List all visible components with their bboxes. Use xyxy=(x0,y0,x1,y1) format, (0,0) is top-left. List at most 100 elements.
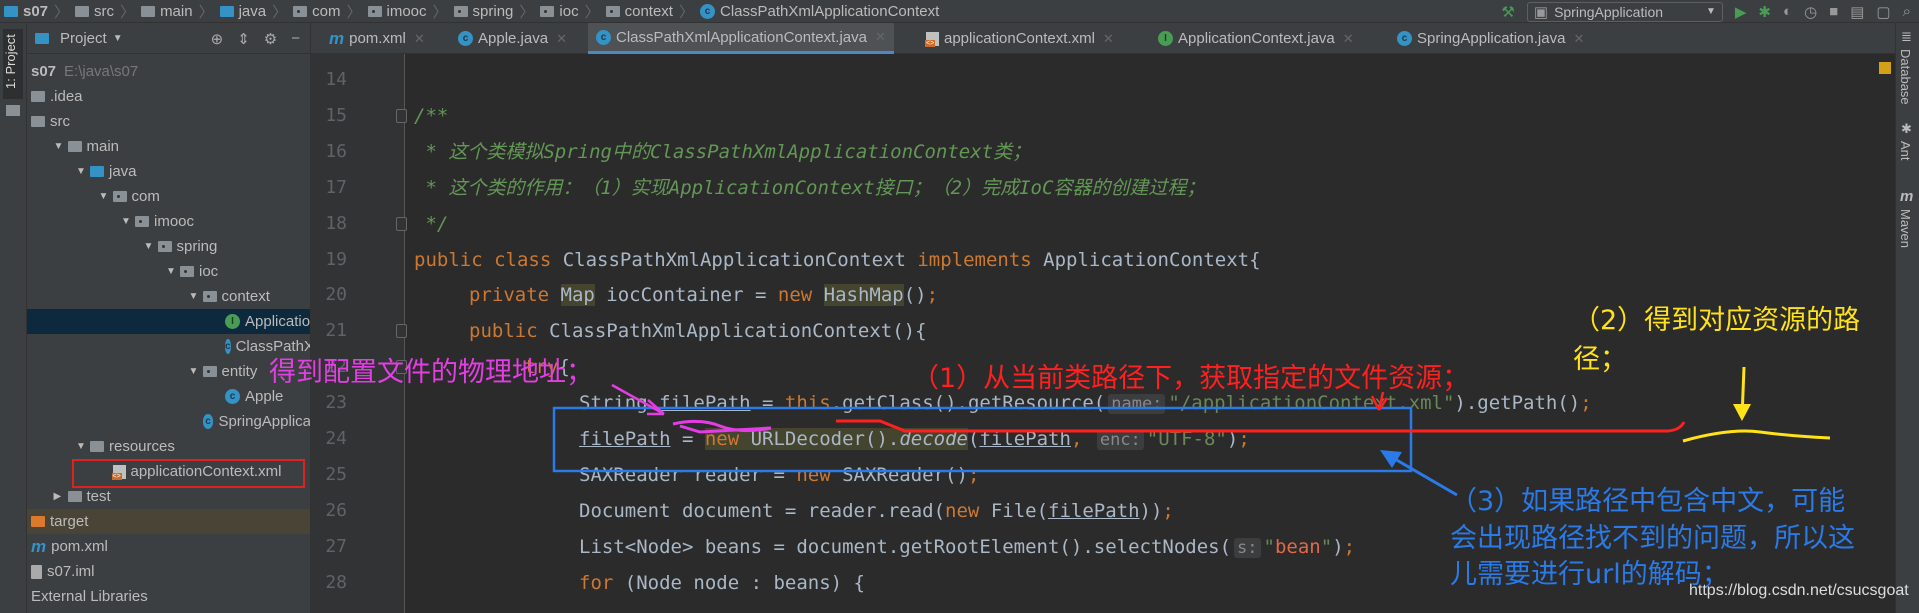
tree-item[interactable]: I Applicatio xyxy=(27,309,310,334)
annotation-physical-address: 得到配置文件的物理地址； xyxy=(269,357,593,388)
editor-tab[interactable]: c SpringApplication.java ✕ xyxy=(1389,23,1592,54)
code-line[interactable]: List<Node> beans = document.getRootEleme… xyxy=(414,532,1355,562)
comment: /** xyxy=(414,104,449,127)
gear-icon[interactable]: ⚙ xyxy=(264,30,277,48)
fold-marker-icon[interactable] xyxy=(396,324,407,339)
editor-tab[interactable]: m pom.xml ✕ xyxy=(321,23,433,54)
tree-item[interactable]: ▼ resources xyxy=(27,434,310,459)
locate-crosshair-icon[interactable]: ⊕ xyxy=(211,30,224,48)
tree-item[interactable]: s07.iml xyxy=(27,559,310,584)
maven-tool-button[interactable]: Maven xyxy=(1898,209,1913,248)
keyword: ; xyxy=(1238,428,1250,450)
fold-marker-icon[interactable] xyxy=(396,108,407,123)
tree-item[interactable]: s07 E:\java\s07 xyxy=(27,59,310,84)
expand-arrow-icon[interactable]: ▶ xyxy=(54,491,68,502)
code-token: ).getPath() xyxy=(1454,392,1581,415)
tree-item-label: SpringApplica xyxy=(218,413,311,430)
tree-item[interactable]: External Libraries xyxy=(27,584,310,609)
collapse-arrow-icon[interactable]: ▼ xyxy=(189,366,203,377)
annotation-url-decode-line3: 儿需要进行url的解码； xyxy=(1450,559,1729,590)
breadcrumb-item[interactable]: main 〉 xyxy=(141,1,220,22)
chevron-right-icon: 〉 xyxy=(272,3,288,21)
source-folder-icon xyxy=(219,5,234,17)
collapse-arrow-icon[interactable]: ▼ xyxy=(166,266,180,277)
code-line[interactable]: for (Node node : beans) { xyxy=(414,568,865,598)
tree-item[interactable]: ▼ main xyxy=(27,134,310,159)
code-line[interactable]: * 这个类的作用：（1）实现ApplicationContext接口；（2）完成… xyxy=(414,173,1205,203)
breadcrumb-item[interactable]: com 〉 xyxy=(293,1,367,22)
terminal-icon[interactable]: ▢ xyxy=(1876,3,1890,21)
collapse-all-icon[interactable]: ⇕ xyxy=(237,30,250,48)
code-line[interactable]: * 这个类模拟Spring中的ClassPathXmlApplicationCo… xyxy=(414,137,1031,167)
code-line[interactable]: filePath = new URLDecoder().decode(fileP… xyxy=(414,424,1250,454)
tree-item[interactable]: src xyxy=(27,109,310,134)
close-icon[interactable]: ✕ xyxy=(1343,31,1354,47)
breadcrumb-item[interactable]: src 〉 xyxy=(75,1,141,22)
debug-bug-icon[interactable]: ✱ xyxy=(1758,3,1771,21)
code-line[interactable]: private Map iocContainer = new HashMap()… xyxy=(414,280,938,310)
collapse-arrow-icon[interactable]: ▼ xyxy=(76,441,90,452)
chevron-down-icon: ▼ xyxy=(1705,6,1716,17)
code-line[interactable]: */ xyxy=(414,209,448,239)
editor-gutter: 14 15 16 17 18 19 20 21 22 23 24 25 26 27 28 xyxy=(311,54,407,613)
tree-item[interactable]: ▼ java xyxy=(27,159,310,184)
code-line[interactable]: public class ClassPathXmlApplicationCont… xyxy=(414,245,1261,275)
tree-item[interactable]: target xyxy=(27,509,310,534)
collapse-arrow-icon[interactable]: ▼ xyxy=(144,241,158,252)
close-icon[interactable]: ✕ xyxy=(875,29,886,45)
tree-item[interactable]: ▼ spring xyxy=(27,234,310,259)
close-icon[interactable]: ✕ xyxy=(414,31,425,47)
tree-item-label: imooc xyxy=(154,213,195,230)
project-tool-window-button[interactable]: 1: Project xyxy=(3,29,23,99)
collapse-arrow-icon[interactable]: ▼ xyxy=(121,216,135,227)
breadcrumb-item[interactable]: s07 〉 xyxy=(4,1,75,22)
profile-icon[interactable]: ◷ xyxy=(1804,3,1817,21)
tree-item[interactable]: ▼ imooc xyxy=(27,209,310,234)
project-view-selector[interactable]: Project xyxy=(60,30,107,47)
collapse-arrow-icon[interactable]: ▼ xyxy=(54,141,68,152)
editor-tab[interactable]: c Apple.java ✕ xyxy=(450,23,575,54)
run-configuration-select[interactable]: ▣ SpringApplication ▼ xyxy=(1526,1,1723,22)
breadcrumb-item[interactable]: java 〉 xyxy=(219,1,294,22)
tree-item[interactable]: ▼ com xyxy=(27,184,310,209)
coverage-icon[interactable]: ◐ xyxy=(1783,3,1792,20)
editor-tab[interactable]: applicationContext.xml ✕ xyxy=(918,23,1122,54)
editor-tab[interactable]: I ApplicationContext.java ✕ xyxy=(1150,23,1362,54)
chevron-down-icon[interactable]: ▼ xyxy=(113,33,123,44)
editor-tab[interactable]: c ClassPathXmlApplicationContext.java ✕ xyxy=(588,23,894,54)
tree-item[interactable]: m pom.xml xyxy=(27,534,310,559)
breadcrumb-item[interactable]: c ClassPathXmlApplicationContext xyxy=(700,3,939,20)
breadcrumb-item[interactable]: imooc 〉 xyxy=(367,1,454,22)
line-number: 15 xyxy=(325,104,347,126)
tree-item[interactable]: .idea xyxy=(27,84,310,109)
tree-item[interactable]: ▼ context xyxy=(27,284,310,309)
run-icon[interactable]: ▶ xyxy=(1735,3,1747,21)
line-number: 14 xyxy=(325,69,347,90)
breadcrumb-item[interactable]: context 〉 xyxy=(605,1,700,22)
project-structure-icon[interactable]: ▤ xyxy=(1850,3,1864,21)
tree-item[interactable]: c SpringApplica xyxy=(27,409,311,434)
warning-marker[interactable] xyxy=(1879,62,1891,74)
close-icon[interactable]: ✕ xyxy=(556,31,567,47)
breadcrumb-item[interactable]: ioc 〉 xyxy=(540,1,605,22)
close-icon[interactable]: ✕ xyxy=(1573,31,1584,47)
build-hammer-icon[interactable]: ⚒ xyxy=(1501,3,1514,21)
collapse-arrow-icon[interactable]: ▼ xyxy=(76,166,90,177)
line-number: 25 xyxy=(325,463,347,485)
code-line[interactable]: /** xyxy=(414,101,448,131)
search-icon[interactable]: ⌕ xyxy=(1903,3,1911,20)
code-line[interactable]: Document document = reader.read(new File… xyxy=(414,496,1174,526)
ant-tool-button[interactable]: Ant xyxy=(1898,141,1913,161)
collapse-arrow-icon[interactable]: ▼ xyxy=(189,291,203,302)
hide-minus-icon[interactable]: − xyxy=(291,30,300,48)
database-tool-button[interactable]: Database xyxy=(1898,49,1913,105)
close-icon[interactable]: ✕ xyxy=(1103,31,1114,47)
code-line[interactable]: SAXReader reader = new SAXReader(); xyxy=(414,460,979,490)
code-line[interactable]: public ClassPathXmlApplicationContext(){ xyxy=(414,316,927,346)
collapse-arrow-icon[interactable]: ▼ xyxy=(99,191,113,202)
fold-marker-icon[interactable] xyxy=(396,216,407,231)
breadcrumb-item[interactable]: spring 〉 xyxy=(453,1,541,22)
stop-icon[interactable]: ■ xyxy=(1829,3,1838,20)
database-icon: ≣ xyxy=(1901,29,1912,44)
tree-item[interactable]: ▼ ioc xyxy=(27,259,310,284)
